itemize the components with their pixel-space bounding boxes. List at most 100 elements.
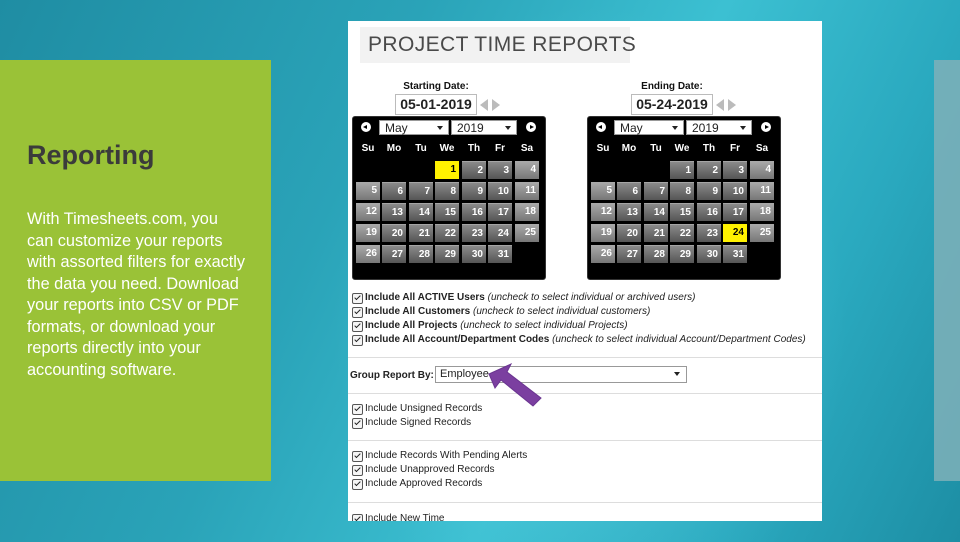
calendar-day[interactable]: 10 — [488, 182, 512, 200]
option-account-codes: Include All Account/Department Codes (un… — [365, 334, 806, 345]
calendar-day[interactable]: 14 — [409, 203, 433, 221]
group-by-select[interactable]: Employee — [435, 366, 687, 383]
calendar-day[interactable]: 22 — [670, 224, 694, 242]
calendar-day[interactable]: 25 — [515, 224, 539, 242]
calendar-day[interactable]: 20 — [617, 224, 641, 242]
checkbox-approved[interactable] — [352, 479, 363, 490]
checkbox-pending-alerts[interactable] — [352, 451, 363, 462]
divider — [348, 440, 822, 441]
weekday-header: We — [674, 143, 690, 154]
panel-heading: Reporting — [27, 140, 155, 170]
checkbox-account-codes[interactable] — [352, 335, 363, 346]
next-month-icon[interactable] — [526, 122, 536, 132]
divider — [348, 502, 822, 503]
calendar-day[interactable]: 26 — [356, 245, 380, 263]
checkbox-new-time[interactable] — [352, 514, 363, 521]
calendar-day[interactable]: 24 — [488, 224, 512, 242]
calendar-day[interactable]: 9 — [697, 182, 721, 200]
calendar-day[interactable]: 6 — [617, 182, 641, 200]
calendar-day[interactable]: 13 — [382, 203, 406, 221]
end-calendar: May 2019 Su Mo Tu We Th Fr Sa 1 2 3 4 5 6 7 8 9 10 11 12 13… — [587, 116, 781, 280]
option-customers: Include All Customers (uncheck to select… — [365, 306, 651, 317]
weekday-header: Su — [596, 143, 610, 154]
info-panel: Reporting With Timesheets.com, you can c… — [0, 60, 271, 481]
calendar-day[interactable]: 14 — [644, 203, 668, 221]
calendar-day[interactable]: 30 — [697, 245, 721, 263]
weekday-header: We — [439, 143, 455, 154]
calendar-day-selected[interactable]: 1 — [435, 161, 459, 179]
calendar-day[interactable]: 19 — [591, 224, 615, 242]
calendar-day[interactable]: 8 — [670, 182, 694, 200]
calendar-day-selected[interactable]: 24 — [723, 224, 747, 242]
calendar-day[interactable]: 1 — [670, 161, 694, 179]
calendar-day[interactable]: 19 — [356, 224, 380, 242]
year-select[interactable]: 2019 — [451, 120, 517, 135]
calendar-day[interactable]: 11 — [515, 182, 539, 200]
calendar-day[interactable]: 27 — [617, 245, 641, 263]
weekday-header: Mo — [621, 143, 637, 154]
calendar-day[interactable]: 13 — [617, 203, 641, 221]
checkbox-projects[interactable] — [352, 321, 363, 332]
calendar-day[interactable]: 31 — [723, 245, 747, 263]
calendar-day[interactable]: 12 — [591, 203, 615, 221]
calendar-day[interactable]: 23 — [697, 224, 721, 242]
calendar-day[interactable]: 15 — [670, 203, 694, 221]
calendar-day[interactable]: 29 — [435, 245, 459, 263]
calendar-day[interactable]: 21 — [409, 224, 433, 242]
calendar-day[interactable]: 2 — [462, 161, 486, 179]
calendar-day[interactable]: 20 — [382, 224, 406, 242]
calendar-day[interactable]: 21 — [644, 224, 668, 242]
calendar-day[interactable]: 28 — [644, 245, 668, 263]
calendar-day[interactable]: 9 — [462, 182, 486, 200]
next-month-icon[interactable] — [761, 122, 771, 132]
month-select[interactable]: May — [614, 120, 684, 135]
checkbox-customers[interactable] — [352, 307, 363, 318]
calendar-day[interactable]: 3 — [488, 161, 512, 179]
start-date-field[interactable]: 05-01-2019 — [395, 94, 477, 115]
weekday-header: Mo — [386, 143, 402, 154]
option-signed: Include Signed Records — [365, 417, 472, 428]
calendar-day[interactable]: 29 — [670, 245, 694, 263]
calendar-day[interactable]: 16 — [462, 203, 486, 221]
calendar-day[interactable]: 5 — [356, 182, 380, 200]
calendar-day[interactable]: 4 — [515, 161, 539, 179]
calendar-day[interactable]: 31 — [488, 245, 512, 263]
calendar-day[interactable]: 18 — [515, 203, 539, 221]
calendar-day[interactable]: 5 — [591, 182, 615, 200]
end-date-arrows-icon[interactable] — [716, 99, 738, 111]
year-select[interactable]: 2019 — [686, 120, 752, 135]
calendar-day[interactable]: 22 — [435, 224, 459, 242]
calendar-day[interactable]: 17 — [488, 203, 512, 221]
calendar-day[interactable]: 7 — [644, 182, 668, 200]
prev-month-icon[interactable] — [361, 122, 371, 132]
calendar-day[interactable]: 30 — [462, 245, 486, 263]
checkbox-signed[interactable] — [352, 418, 363, 429]
calendar-day[interactable]: 12 — [356, 203, 380, 221]
calendar-day[interactable]: 11 — [750, 182, 774, 200]
checkbox-unsigned[interactable] — [352, 404, 363, 415]
calendar-day[interactable]: 15 — [435, 203, 459, 221]
checkbox-unapproved[interactable] — [352, 465, 363, 476]
calendar-day[interactable]: 26 — [591, 245, 615, 263]
calendar-day[interactable]: 6 — [382, 182, 406, 200]
calendar-day[interactable]: 18 — [750, 203, 774, 221]
month-select[interactable]: May — [379, 120, 449, 135]
calendar-day[interactable]: 23 — [462, 224, 486, 242]
calendar-day[interactable]: 3 — [723, 161, 747, 179]
calendar-day[interactable]: 28 — [409, 245, 433, 263]
calendar-day[interactable]: 2 — [697, 161, 721, 179]
prev-month-icon[interactable] — [596, 122, 606, 132]
calendar-day[interactable]: 4 — [750, 161, 774, 179]
report-window: PROJECT TIME REPORTS Starting Date: 05-0… — [348, 21, 822, 521]
end-date-field[interactable]: 05-24-2019 — [631, 94, 713, 115]
calendar-day[interactable]: 10 — [723, 182, 747, 200]
calendar-day[interactable]: 27 — [382, 245, 406, 263]
calendar-day[interactable]: 17 — [723, 203, 747, 221]
calendar-day[interactable]: 7 — [409, 182, 433, 200]
calendar-day[interactable]: 8 — [435, 182, 459, 200]
calendar-day[interactable]: 25 — [750, 224, 774, 242]
checkbox-active-users[interactable] — [352, 293, 363, 304]
start-date-arrows-icon[interactable] — [480, 99, 502, 111]
calendar-day[interactable]: 16 — [697, 203, 721, 221]
option-unsigned: Include Unsigned Records — [365, 403, 483, 414]
